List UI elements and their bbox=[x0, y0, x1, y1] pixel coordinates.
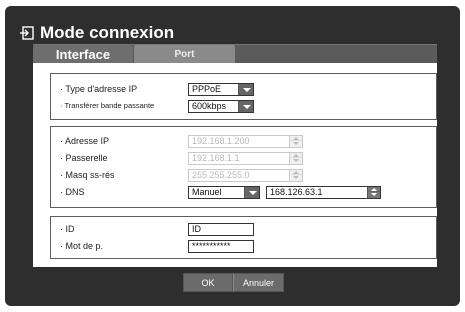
spinner-icon bbox=[289, 136, 302, 147]
id-input[interactable]: ID bbox=[188, 223, 254, 236]
password-label: · Mot de p. bbox=[60, 241, 104, 251]
spinner-icon[interactable] bbox=[367, 187, 380, 198]
dns-address-value: 168.126.63.1 bbox=[270, 187, 323, 197]
account-group: · ID ID · Mot de p. *********** bbox=[50, 216, 437, 259]
ip-address-label: · Adresse IP bbox=[60, 136, 110, 146]
dns-label: · DNS bbox=[60, 187, 85, 197]
bandwidth-value: 600kbps bbox=[192, 101, 227, 111]
ip-address-value: 192.168.1.200 bbox=[192, 136, 250, 146]
gateway-value: 192.168.1.1 bbox=[192, 153, 240, 163]
ip-address-field: 192.168.1.200 bbox=[188, 135, 303, 148]
title-bar: Mode connexion bbox=[20, 21, 174, 45]
ip-type-value: PPPoE bbox=[192, 84, 222, 94]
spinner-icon bbox=[289, 153, 302, 164]
tab-bar: Interface Port bbox=[33, 44, 437, 64]
spinner-icon bbox=[289, 170, 302, 181]
subnet-mask-field: 255.255.255.0 bbox=[188, 169, 303, 182]
connection-group: · Type d'adresse IP PPPoE · Transférer b… bbox=[50, 73, 437, 120]
connection-icon bbox=[20, 26, 34, 40]
dns-address-field[interactable]: 168.126.63.1 bbox=[266, 186, 381, 199]
tab-port[interactable]: Port bbox=[134, 45, 235, 64]
chevron-down-icon bbox=[238, 101, 253, 112]
id-value: ID bbox=[192, 224, 201, 234]
password-value: *********** bbox=[192, 241, 231, 251]
network-group: · Adresse IP 192.168.1.200 · Passerelle … bbox=[50, 126, 437, 208]
cancel-button[interactable]: Annuler bbox=[233, 273, 284, 292]
gateway-label: · Passerelle bbox=[60, 153, 108, 163]
gateway-field: 192.168.1.1 bbox=[188, 152, 303, 165]
ok-button[interactable]: OK bbox=[183, 273, 233, 292]
tab-interface[interactable]: Interface bbox=[33, 45, 133, 64]
chevron-down-icon bbox=[238, 84, 253, 95]
bandwidth-label: · Transférer bande passante bbox=[60, 101, 155, 110]
password-input[interactable]: *********** bbox=[188, 240, 254, 253]
subnet-mask-value: 255.255.255.0 bbox=[192, 170, 250, 180]
dns-mode-dropdown[interactable]: Manuel bbox=[188, 186, 260, 199]
ip-type-label: · Type d'adresse IP bbox=[60, 84, 138, 94]
bandwidth-dropdown[interactable]: 600kbps bbox=[188, 100, 254, 113]
ip-type-dropdown[interactable]: PPPoE bbox=[188, 83, 254, 96]
id-label: · ID bbox=[60, 224, 75, 234]
settings-panel: · Type d'adresse IP PPPoE · Transférer b… bbox=[33, 63, 437, 267]
subnet-mask-label: · Masq ss-rés bbox=[60, 170, 115, 180]
dns-mode-value: Manuel bbox=[192, 187, 222, 197]
chevron-down-icon bbox=[244, 187, 259, 198]
page-title: Mode connexion bbox=[40, 23, 175, 42]
